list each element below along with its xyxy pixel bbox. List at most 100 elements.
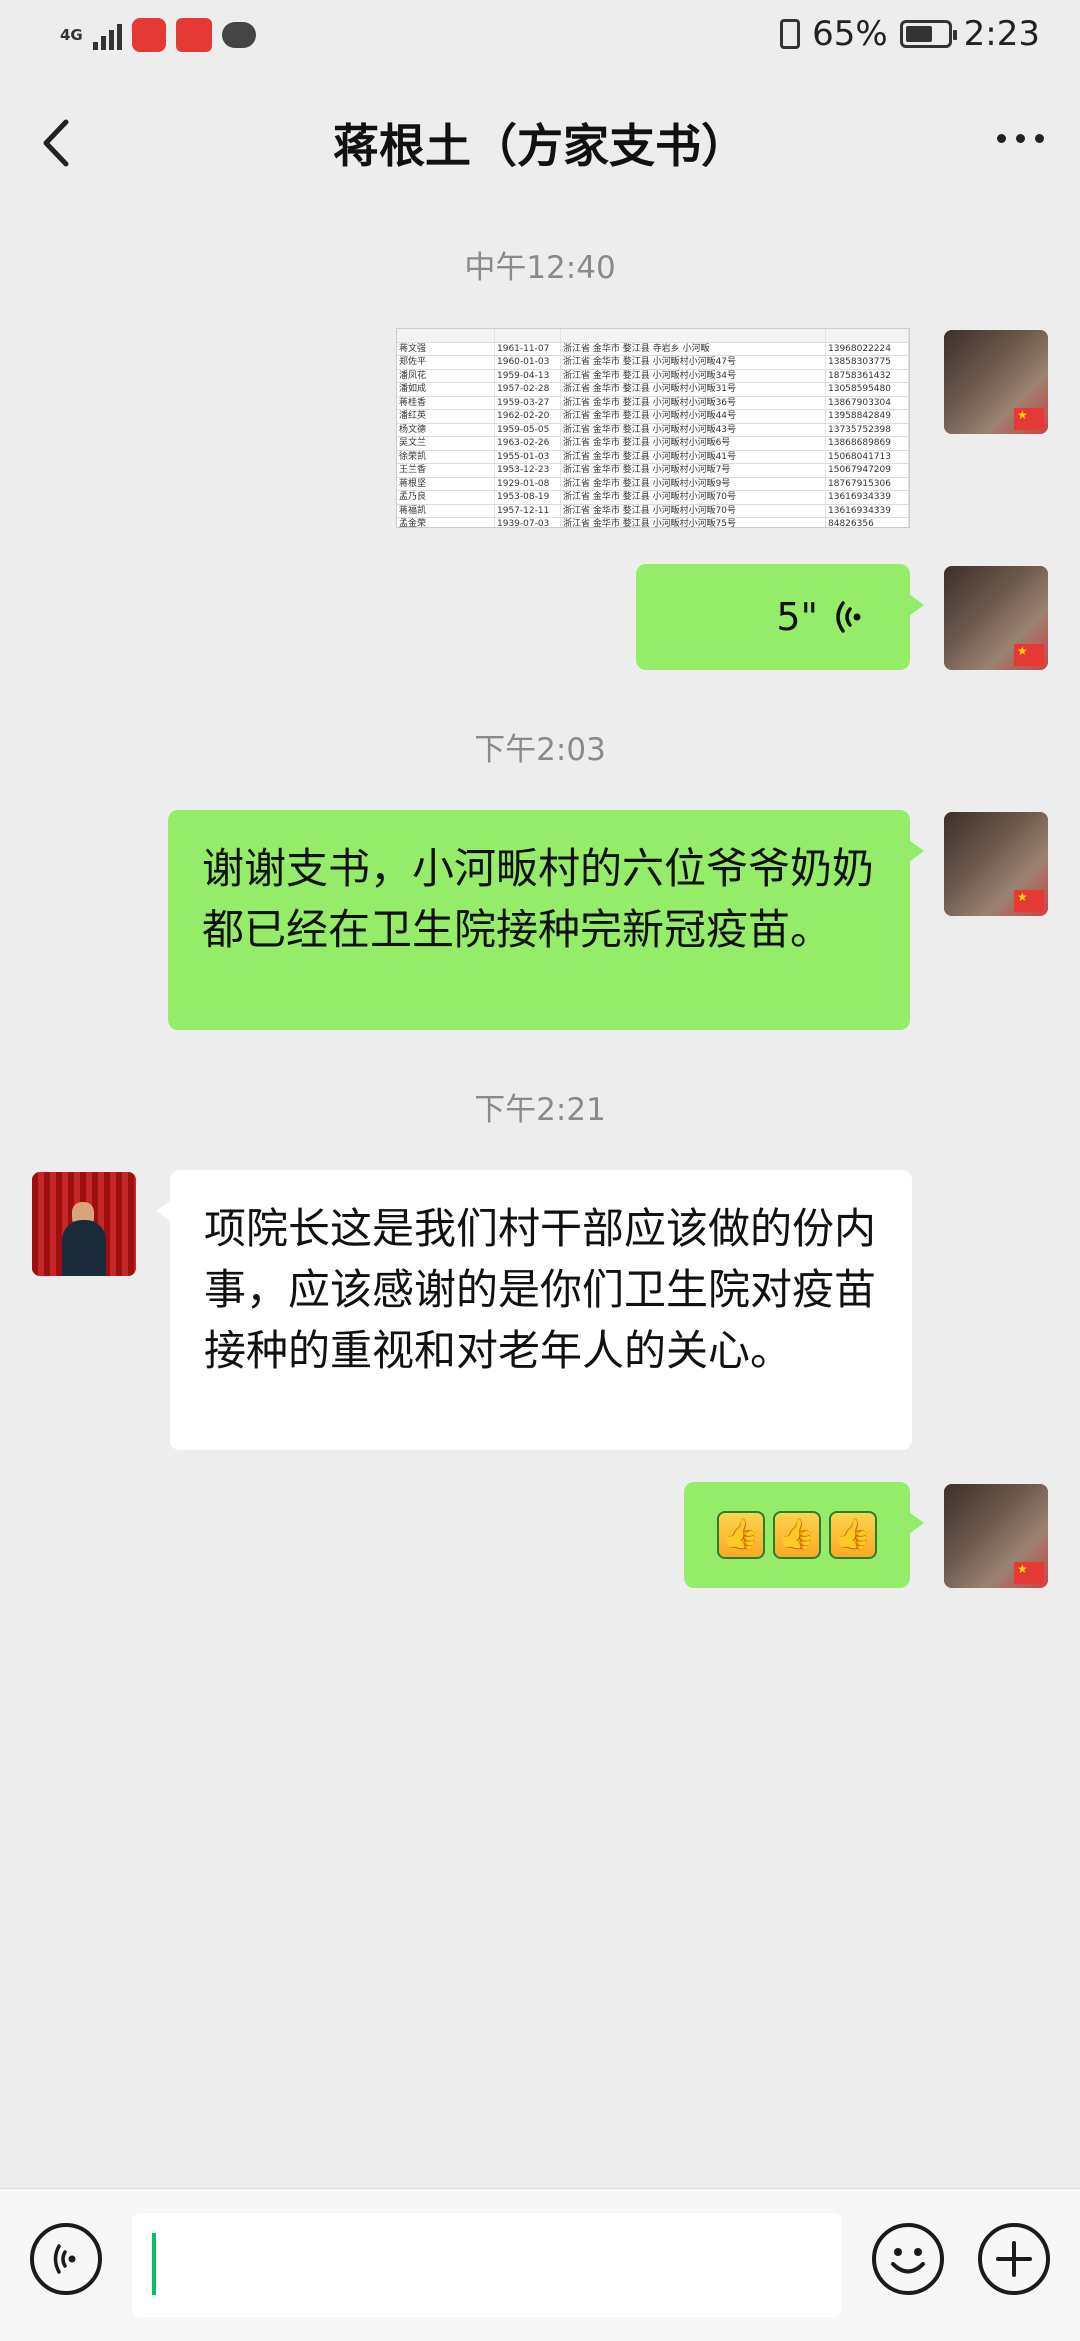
sheet-cell: 潘凤花 [397,369,495,382]
sheet-cell: 18758361432 [826,369,909,382]
vibrate-icon [780,19,801,49]
sheet-cell: 1962-02-20 [495,410,561,423]
sheet-cell: 1929-01-08 [495,477,561,490]
text-message-bubble[interactable]: 谢谢支书，小河畈村的六位爷爷奶奶都已经在卫生院接种完新冠疫苗。 [168,810,924,1030]
notification-app-icon [175,18,212,52]
status-left: 4G [60,18,256,52]
sheet-cell: 徐荣凯 [397,450,495,463]
battery-fill [905,26,932,42]
chat-title: 蒋根土（方家支书） [333,119,747,173]
sheet-cell: 孟乃良 [397,491,495,504]
sheet-cell: 13958842849 [826,410,909,423]
sheet-cell: 蒋文强 [397,342,495,355]
thumbs-up-icon: 👍 [773,1511,821,1559]
sheet-cell: 13616934339 [826,504,909,517]
sheet-row: 孟金荣 1939-07-03 浙江省 金华市 婺江县 小河畈村小河畈75号 84826… [397,518,909,527]
sheet-cell: 1959-03-27 [495,396,561,409]
sheet-cell: 浙江省 金华市 婺江县 小河畈村小河畈75号 [561,518,826,527]
sheet-cell: 1953-12-23 [495,464,561,477]
sheet-cell: 郑佐平 [397,356,495,369]
my-avatar[interactable] [944,330,1048,434]
sheet-cell: 1959-05-05 [495,423,561,436]
my-avatar[interactable] [944,1484,1048,1588]
sheet-cell: 浙江省 金华市 婺江县 小河畈村小河畈41号 [561,450,826,463]
notification-app-icon [131,18,166,52]
sheet-cell: 浙江省 金华市 婺江县 小河畈村小河畈9号 [561,477,826,490]
sheet-row: 蒋根坚 1929-01-08 浙江省 金华市 婺江县 小河畈村小河畈9号 187679… [397,477,909,491]
my-avatar[interactable] [944,566,1048,670]
text-message-bubble[interactable]: 项院长这是我们村干部应该做的份内事，应该感谢的是你们卫生院对疫苗接种的重视和对老… [156,1170,912,1450]
thumbs-up-icon: 👍 [717,1511,765,1559]
sheet-cell: 浙江省 金华市 婺江县 小河畈村小河畈44号 [561,410,826,423]
plus-icon[interactable] [978,2223,1050,2295]
sheet-cell: 1963-02-26 [495,437,561,450]
sheet-cell: 浙江省 金华市 婺江县 寺岩乡 小河畈 [561,342,826,355]
sheet-row: 郑佐平 1960-01-03 浙江省 金华市 婺江县 小河畈村小河畈47号 13858… [397,356,909,370]
sheet-cell: 13616934339 [826,491,909,504]
message-text: 谢谢支书，小河畈村的六位爷爷奶奶都已经在卫生院接种完新冠疫苗。 [202,844,875,954]
sheet-row: 潘红英 1962-02-20 浙江省 金华市 婺江县 小河畈村小河畈44号 13958… [397,410,909,424]
message-timestamp: 下午2:21 [474,1092,606,1128]
sheet-row: 蒋桂香 1959-03-27 浙江省 金华市 婺江县 小河畈村小河畈36号 13867… [397,396,909,410]
sheet-cell: 1961-11-07 [495,342,561,355]
sheet-cell: 浙江省 金华市 婺江县 小河畈村小河畈36号 [561,396,826,409]
sheet-cell: 1953-08-19 [495,491,561,504]
status-bar: 4G 65% 2:23 [0,0,1080,76]
sheet-row: 蒋文强 1961-11-07 浙江省 金华市 婺江县 寺岩乡 小河畈 13968022… [397,342,909,356]
sheet-cell: 13735752398 [826,423,909,436]
voice-input-icon[interactable] [30,2223,102,2295]
sheet-cell: 浙江省 金华市 婺江县 小河畈村小河畈31号 [561,383,826,396]
signal-icon [92,20,122,50]
my-avatar[interactable] [944,812,1048,916]
sheet-row: 孟乃良 1953-08-19 浙江省 金华市 婺江县 小河畈村小河畈70号 13616… [397,491,909,505]
thumbs-up-icon: 👍 [829,1511,877,1559]
sheet-cell: 浙江省 金华市 婺江县 小河畈村小河畈47号 [561,356,826,369]
sheet-cell: 15067947209 [826,464,909,477]
sheet-cell: 潘如成 [397,383,495,396]
sheet-cell: 蒋根坚 [397,477,495,490]
sheet-cell: 浙江省 金华市 婺江县 小河畈村小河畈70号 [561,491,826,504]
message-input[interactable] [132,2213,842,2317]
sheet-cell: 浙江省 金华市 婺江县 小河畈村小河畈70号 [561,504,826,517]
sheet-row: 徐荣凯 1955-01-03 浙江省 金华市 婺江县 小河畈村小河畈41号 15068… [397,450,909,464]
sheet-cell: 13058595480 [826,383,909,396]
sheet-cell: 84826356 [826,518,909,527]
sheet-cell: 13867903304 [826,396,909,409]
emoji-smile-icon[interactable] [872,2223,944,2295]
sheet-cell: 浙江省 金华市 婺江县 小河畈村小河畈43号 [561,423,826,436]
sheet-cell: 1960-01-03 [495,356,561,369]
status-right: 65% 2:23 [780,14,1040,54]
sheet-cell: 18767915306 [826,477,909,490]
sheet-row: 潘如成 1957-02-28 浙江省 金华市 婺江县 小河畈村小河畈31号 13058… [397,383,909,397]
sheet-cell: 浙江省 金华市 婺江县 小河畈村小河畈7号 [561,464,826,477]
clock: 2:23 [963,14,1040,54]
sheet-cell: 1957-12-11 [495,504,561,517]
sheet-cell: 13968022224 [826,342,909,355]
emoji-message-bubble[interactable]: 👍 👍 👍 [684,1482,924,1588]
message-notification-icon [221,22,256,48]
network-type: 4G [60,25,83,44]
sheet-cell: 吴文兰 [397,437,495,450]
more-dots-icon[interactable] [997,134,1044,143]
sheet-cell: 1959-04-13 [495,369,561,382]
sheet-cell: 1939-07-03 [495,518,561,527]
input-bar [0,2188,1080,2341]
sheet-cell: 13868689869 [826,437,909,450]
text-caret [152,2233,156,2295]
contact-avatar[interactable] [32,1172,136,1276]
message-timestamp: 下午2:03 [474,732,606,768]
sheet-cell: 潘红英 [397,410,495,423]
voice-message-bubble[interactable]: 5" [636,564,924,670]
battery-icon [899,20,957,48]
sheet-cell: 15068041713 [826,450,909,463]
voice-wave-icon [836,601,861,633]
sheet-cell: 孟金荣 [397,518,495,527]
sheet-cell: 浙江省 金华市 婺江县 小河畈村小河畈6号 [561,437,826,450]
sheet-cell: 1957-02-28 [495,383,561,396]
sheet-cell: 王兰香 [397,464,495,477]
image-message-spreadsheet[interactable]: 蒋文强 1961-11-07 浙江省 金华市 婺江县 寺岩乡 小河畈 13968022… [396,328,910,528]
sheet-header-row [397,329,909,343]
sheet-cell: 13858303775 [826,356,909,369]
sheet-cell: 浙江省 金华市 婺江县 小河畈村小河畈34号 [561,369,826,382]
sheet-row: 王兰香 1953-12-23 浙江省 金华市 婺江县 小河畈村小河畈7号 150679… [397,464,909,478]
